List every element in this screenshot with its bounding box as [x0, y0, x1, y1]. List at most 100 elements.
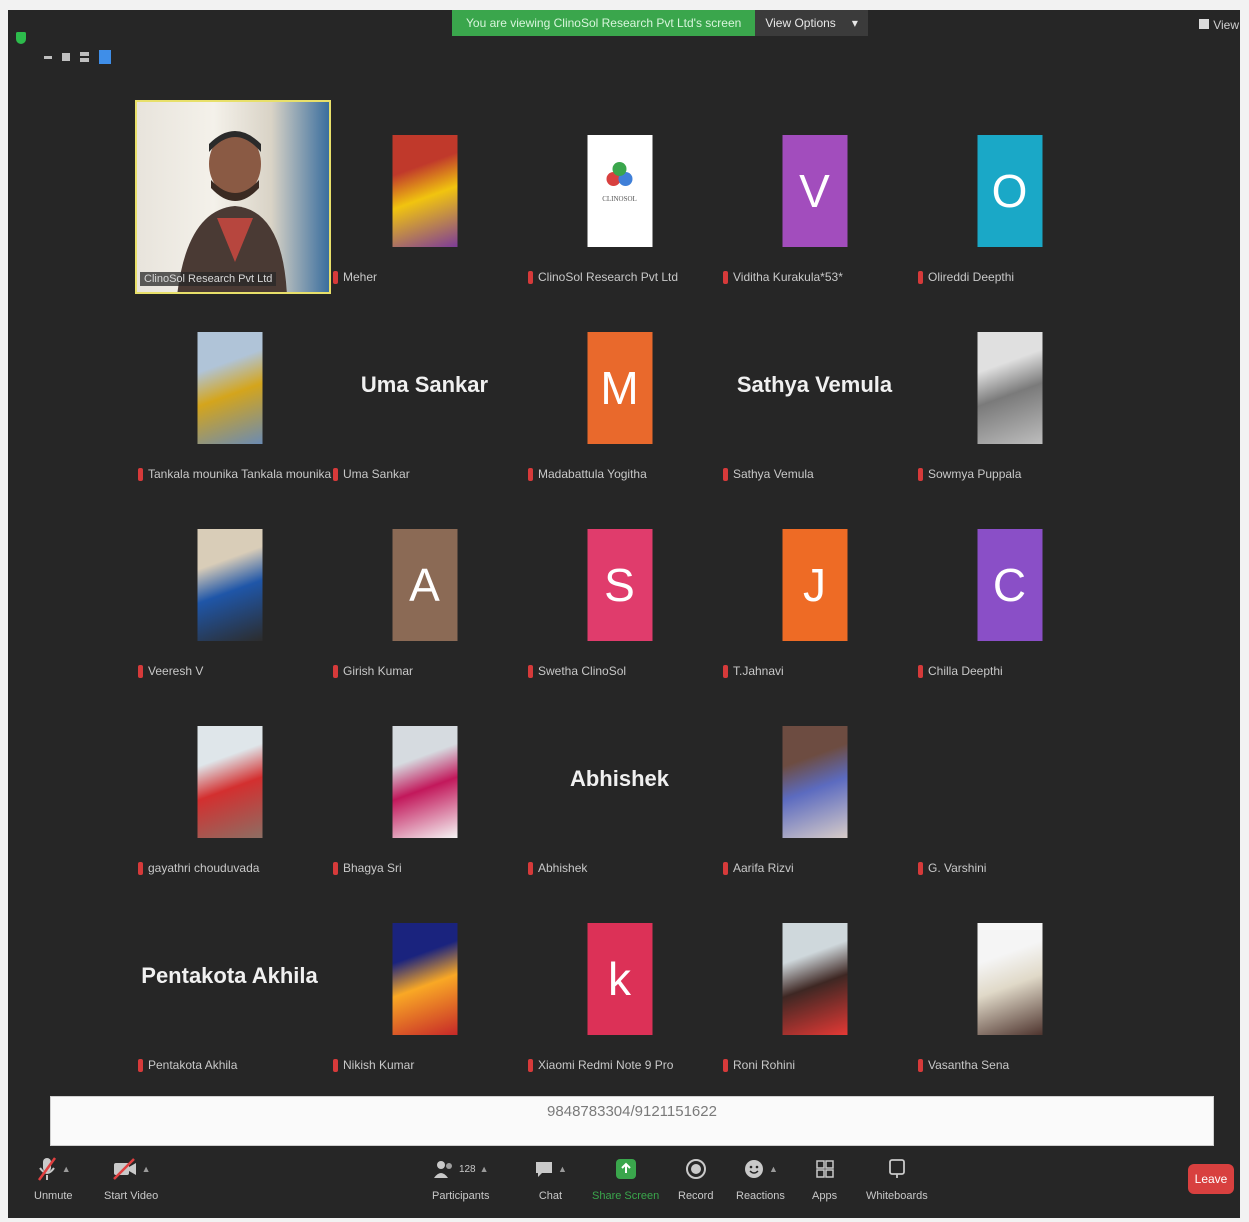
participant-tile[interactable]: Veeresh V: [132, 489, 327, 686]
participant-label: Bhagya Sri: [333, 861, 402, 875]
participant-name: Aarifa Rizvi: [733, 861, 794, 875]
minimize-icon[interactable]: [44, 55, 52, 59]
participant-tile[interactable]: Uma Sankar Uma Sankar: [327, 292, 522, 489]
participant-label: Sathya Vemula: [723, 467, 814, 481]
participant-label: Chilla Deepthi: [918, 664, 1003, 678]
participant-label: Xiaomi Redmi Note 9 Pro: [528, 1058, 673, 1072]
participant-name: ClinoSol Research Pvt Ltd: [140, 272, 277, 286]
active-speaker-video[interactable]: ClinoSol Research Pvt Ltd: [135, 100, 331, 294]
participant-label: Madabattula Yogitha: [528, 467, 647, 481]
unmute-caret-icon[interactable]: ▲: [62, 1164, 71, 1174]
participant-tile[interactable]: CLINOSOL ClinoSol Research Pvt Ltd: [522, 95, 717, 292]
gallery-view-icon[interactable]: [99, 50, 111, 64]
participant-label: gayathri chouduvada: [138, 861, 259, 875]
view-label: View: [1213, 18, 1239, 32]
avatar-initial: C: [977, 529, 1042, 641]
chat-caret-icon[interactable]: ▲: [558, 1164, 567, 1174]
muted-mic-icon: [528, 861, 533, 875]
participant-tile[interactable]: gayathri chouduvada: [132, 686, 327, 883]
start-video-button[interactable]: ▲ Start Video: [104, 1148, 158, 1202]
profile-photo: [197, 332, 262, 444]
participant-tile[interactable]: O Olireddi Deepthi: [912, 95, 1107, 292]
muted-mic-icon: [333, 861, 338, 875]
participant-name: Abhishek: [538, 861, 588, 875]
profile-photo: [197, 529, 262, 641]
participant-label: ClinoSol Research Pvt Ltd: [528, 270, 678, 284]
participant-label: Swetha ClinoSol: [528, 664, 626, 678]
muted-mic-icon: [333, 1058, 338, 1072]
participant-tile[interactable]: C Chilla Deepthi: [912, 489, 1107, 686]
participant-name: Veeresh V: [148, 664, 204, 678]
reactions-button[interactable]: ▲ Reactions: [736, 1148, 785, 1202]
participant-label: Nikish Kumar: [333, 1058, 414, 1072]
profile-photo: [392, 923, 457, 1035]
record-label: Record: [678, 1190, 714, 1202]
view-options-button[interactable]: View Options ▾: [755, 10, 868, 36]
participant-tile[interactable]: Abhishek Abhishek: [522, 686, 717, 883]
participant-tile[interactable]: Sowmya Puppala: [912, 292, 1107, 489]
shield-icon[interactable]: [16, 32, 26, 44]
muted-mic-icon: [333, 664, 338, 678]
muted-mic-icon: [528, 270, 533, 284]
participant-label: Sowmya Puppala: [918, 467, 1021, 481]
participants-button[interactable]: 128 ▲ Participants: [432, 1148, 489, 1202]
participant-tile[interactable]: Tankala mounika Tankala mounika: [132, 292, 331, 489]
reactions-caret-icon[interactable]: ▲: [769, 1164, 778, 1174]
participant-tile[interactable]: M Madabattula Yogitha: [522, 292, 717, 489]
view-button[interactable]: View: [1199, 18, 1239, 32]
participant-label: Tankala mounika Tankala mounika: [138, 467, 331, 481]
avatar-initial: S: [587, 529, 652, 641]
participant-tile[interactable]: A Girish Kumar: [327, 489, 522, 686]
participant-tile[interactable]: k Xiaomi Redmi Note 9 Pro: [522, 883, 717, 1080]
avatar-initial: J: [782, 529, 847, 641]
video-caret-icon[interactable]: ▲: [142, 1164, 151, 1174]
participant-name: Xiaomi Redmi Note 9 Pro: [538, 1058, 674, 1072]
participant-name: Viditha Kurakula*53*: [733, 270, 843, 284]
speaker-view-icon[interactable]: [62, 53, 70, 61]
participant-tile[interactable]: J T.Jahnavi: [717, 489, 912, 686]
participant-name: Pentakota Akhila: [148, 1058, 238, 1072]
apps-label: Apps: [812, 1190, 838, 1202]
chat-icon: [536, 1162, 552, 1177]
muted-mic-icon: [723, 467, 728, 481]
chat-button[interactable]: ▲ Chat: [534, 1148, 567, 1202]
participants-caret-icon[interactable]: ▲: [480, 1164, 489, 1174]
participant-name: gayathri chouduvada: [148, 861, 260, 875]
participant-label: Uma Sankar: [333, 467, 410, 481]
participant-tile[interactable]: Aarifa Rizvi: [717, 686, 912, 883]
participant-tile[interactable]: G. Varshini: [912, 686, 1107, 883]
muted-mic-icon: [528, 664, 533, 678]
reactions-label: Reactions: [736, 1190, 785, 1202]
leave-button[interactable]: Leave: [1188, 1164, 1234, 1194]
record-button[interactable]: Record: [678, 1148, 713, 1202]
participant-tile[interactable]: ClinoSol Research Pvt Ltd: [132, 95, 331, 294]
participant-tile[interactable]: Meher: [327, 95, 522, 292]
participant-tile[interactable]: Pentakota Akhila Pentakota Akhila: [132, 883, 327, 1080]
muted-mic-icon: [918, 861, 923, 875]
apps-button[interactable]: Apps: [812, 1148, 837, 1202]
participant-tile[interactable]: Nikish Kumar: [327, 883, 522, 1080]
whiteboards-label: Whiteboards: [866, 1190, 928, 1202]
profile-photo: [782, 726, 847, 838]
participant-tile[interactable]: S Swetha ClinoSol: [522, 489, 717, 686]
participants-icon: [433, 1161, 452, 1178]
gallery-small-icon[interactable]: [80, 52, 89, 62]
share-screen-button[interactable]: Share Screen: [592, 1148, 659, 1202]
participant-label: Viditha Kurakula*53*: [723, 270, 843, 284]
whiteboard-icon: [888, 1159, 905, 1178]
participant-label: Roni Rohini: [723, 1058, 795, 1072]
participant-tile[interactable]: V Viditha Kurakula*53*: [717, 95, 912, 292]
muted-mic-icon: [138, 467, 143, 481]
gallery-grid: ClinoSol Research Pvt Ltd Meher CLINOSOL Cl…: [132, 95, 1107, 1080]
profile-photo: [197, 726, 262, 838]
participant-name: Sathya Vemula: [733, 467, 814, 481]
participant-tile[interactable]: Sathya Vemula Sathya Vemula: [717, 292, 912, 489]
participant-tile[interactable]: Roni Rohini: [717, 883, 912, 1080]
share-screen-icon: [615, 1159, 636, 1179]
participant-tile[interactable]: Bhagya Sri: [327, 686, 522, 883]
muted-mic-icon: [918, 467, 923, 481]
participant-tile[interactable]: Vasantha Sena: [912, 883, 1107, 1080]
whiteboards-button[interactable]: Whiteboards: [866, 1148, 928, 1202]
participant-name: Olireddi Deepthi: [928, 270, 1015, 284]
unmute-button[interactable]: ▲ Unmute: [34, 1148, 73, 1202]
